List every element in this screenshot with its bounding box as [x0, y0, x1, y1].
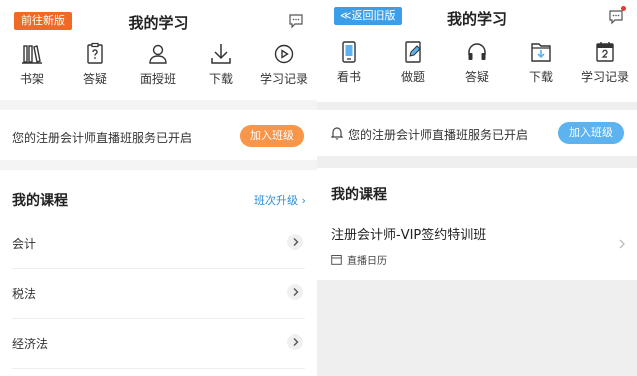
- headset-icon: [468, 43, 486, 60]
- chevron-right-icon: [287, 284, 303, 300]
- nav-face-class[interactable]: 面授班: [128, 42, 188, 87]
- chevron-right-icon: [287, 334, 303, 350]
- service-notice: 您的注册会计师直播班服务已开启 加入班级: [317, 110, 637, 156]
- download-folder-icon: [531, 43, 551, 62]
- nav-qa[interactable]: 答疑: [447, 40, 507, 85]
- nav-qa[interactable]: 答疑: [65, 42, 125, 87]
- message-icon[interactable]: [608, 9, 624, 25]
- course-row[interactable]: 税法: [12, 268, 305, 319]
- nav-icons: 书架 答疑 面授班 下载 学习记录: [0, 38, 317, 100]
- notice-text: 您的注册会计师直播班服务已开启: [348, 128, 529, 142]
- my-courses: 我的课程 注册会计师-VIP签约特训班 直播日历: [317, 168, 637, 280]
- course-row[interactable]: 经济法: [12, 318, 305, 369]
- nav-label: 看书: [336, 70, 361, 84]
- nav-study-record[interactable]: 学习记录: [575, 40, 635, 85]
- course-name: 经济法: [12, 337, 49, 351]
- nav-label: 书架: [19, 72, 44, 86]
- exercise-icon: [405, 41, 421, 63]
- join-class-button[interactable]: 加入班级: [558, 122, 624, 144]
- chevron-right-icon: [619, 239, 625, 249]
- live-schedule-label: 直播日历: [347, 256, 387, 267]
- course-name: 会计: [12, 237, 37, 251]
- course-name: 注册会计师-VIP签约特训班: [331, 228, 487, 243]
- page-title: 我的学习: [128, 14, 189, 32]
- nav-label: 下载: [208, 72, 233, 86]
- header: 前往新版 我的学习: [0, 0, 317, 38]
- nav-label: 答疑: [464, 70, 489, 84]
- header: ≪返回旧版 我的学习: [317, 0, 637, 38]
- teacher-icon: [149, 44, 167, 64]
- upgrade-class-link[interactable]: 班次升级 ›: [254, 192, 306, 208]
- nav-label: 面授班: [139, 72, 176, 86]
- bookshelf-icon: [22, 45, 42, 64]
- message-icon[interactable]: [288, 13, 304, 29]
- nav-label: 答疑: [82, 72, 107, 86]
- clipboard-question-icon: [87, 42, 103, 64]
- chevron-right-icon: [287, 234, 303, 250]
- section-title: 我的课程: [331, 187, 387, 203]
- nav-exercise[interactable]: 做题: [383, 40, 443, 85]
- notice-text: 您的注册会计师直播班服务已开启: [12, 131, 193, 145]
- nav-label: 学习记录: [580, 70, 629, 84]
- unread-dot: [621, 6, 626, 11]
- chevron-right-icon: ›: [298, 194, 306, 207]
- nav-label: 下载: [528, 70, 553, 84]
- nav-study-record[interactable]: 学习记录: [254, 42, 314, 87]
- nav-label: 学习记录: [259, 72, 308, 86]
- phone-book-icon: [342, 41, 356, 63]
- nav-label: 做题: [400, 70, 425, 84]
- nav-download[interactable]: 下载: [191, 42, 251, 87]
- calendar-small-icon: [331, 255, 342, 265]
- course-name: 税法: [12, 287, 37, 301]
- page-title: 我的学习: [446, 10, 507, 28]
- course-row[interactable]: 会计: [12, 218, 305, 269]
- my-courses: 我的课程 班次升级 › 会计 税法 经济法: [0, 170, 317, 376]
- nav-download[interactable]: 下载: [511, 40, 571, 85]
- course-card[interactable]: 注册会计师-VIP签约特训班 直播日历: [317, 216, 637, 276]
- service-notice: 您的注册会计师直播班服务已开启 加入班级: [0, 110, 317, 160]
- upgrade-label: 班次升级: [254, 194, 298, 207]
- bell-icon: [331, 127, 343, 140]
- nav-bookshelf[interactable]: 书架: [2, 42, 62, 87]
- old-version-panel: 前往新版 我的学习 书架 答疑 面授班 下载 学习记录 您的注册会计师直播班服务…: [0, 0, 317, 376]
- download-icon: [211, 44, 231, 64]
- new-version-panel: ≪返回旧版 我的学习 看书 做题 答疑 下载 学习记录 您的注册会计师直播班服务…: [317, 0, 637, 376]
- section-title: 我的课程: [12, 193, 68, 209]
- play-record-icon: [274, 44, 294, 64]
- calendar-icon: [596, 42, 614, 62]
- nav-icons: 看书 做题 答疑 下载 学习记录: [317, 36, 637, 102]
- nav-read[interactable]: 看书: [319, 40, 379, 85]
- join-class-button[interactable]: 加入班级: [240, 125, 304, 147]
